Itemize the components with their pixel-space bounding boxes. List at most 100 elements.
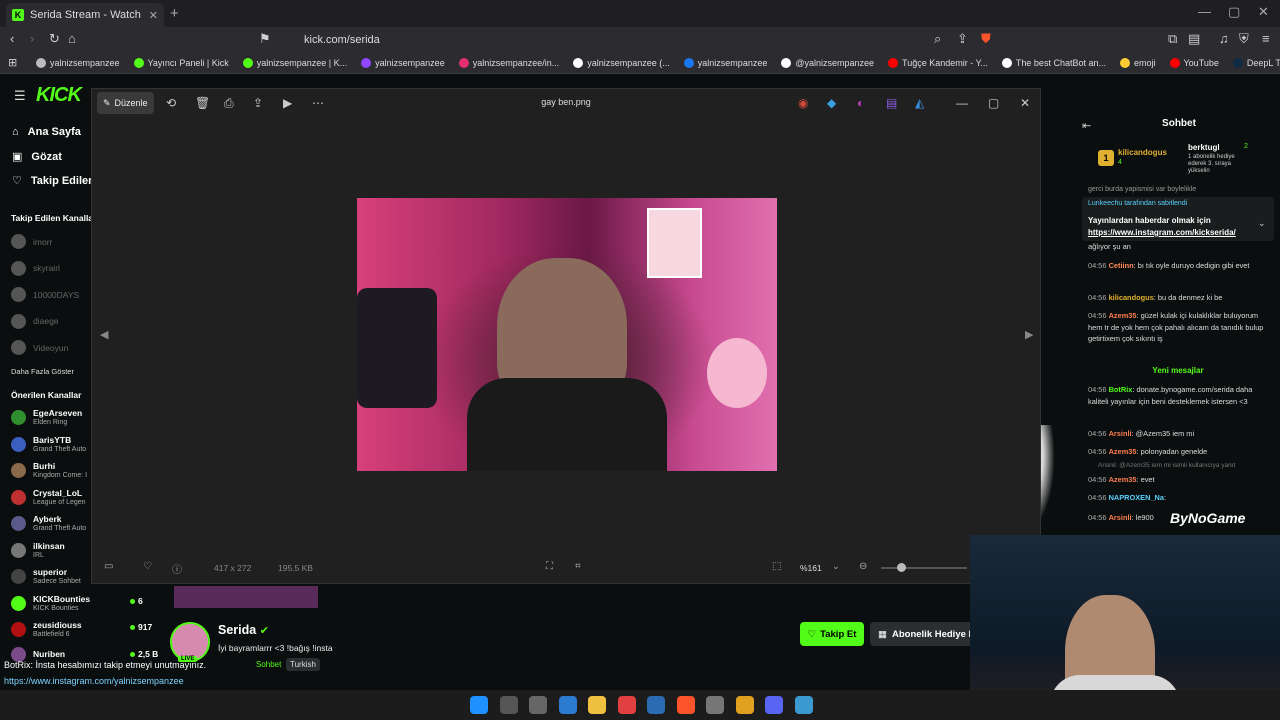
message-user[interactable]: NAPROXEN_Na <box>1109 493 1164 502</box>
nav-following[interactable]: ♡ Takip Edilen I <box>12 174 101 188</box>
bookmark-item[interactable]: yalnizsempanzee <box>36 58 120 68</box>
slideshow-icon[interactable]: ▶ <box>283 96 292 110</box>
bookmark-item[interactable]: @yalnizsempanzee <box>781 58 874 68</box>
zoom-out-icon[interactable]: ⊖ <box>859 561 867 572</box>
bookmark-icon[interactable]: ⚑ <box>259 31 271 47</box>
hamburger-menu-icon[interactable]: ☰ <box>14 88 26 104</box>
forward-icon[interactable]: › <box>30 31 34 46</box>
start-icon[interactable] <box>470 696 488 714</box>
maximize-icon[interactable]: ▢ <box>1228 4 1240 20</box>
nav-browse[interactable]: ▣ Gözat <box>12 150 62 164</box>
pinned-link[interactable]: https://www.instagram.com/kickserida/ <box>1088 228 1236 237</box>
bookmark-item[interactable]: yalnizsempanzee <box>361 58 445 68</box>
message-user[interactable]: Cetiinn <box>1109 261 1134 270</box>
sidebar-icon[interactable]: ▤ <box>1188 31 1200 47</box>
chat-message[interactable]: 04:56 Azem35: evet <box>1088 474 1268 486</box>
vpn-icon[interactable]: ⛨ <box>1239 31 1249 47</box>
brave-shield-icon[interactable]: ⛊ <box>981 31 991 47</box>
minimize-icon[interactable]: — <box>1198 4 1211 19</box>
kick-logo[interactable]: KICK <box>36 84 82 107</box>
chat-message[interactable]: 04:56 Azem35: polonyadan genelde <box>1088 446 1268 458</box>
extensions-icon[interactable]: ⧉ <box>1168 31 1177 47</box>
edit-button[interactable]: ✎ Düzenle <box>97 92 154 114</box>
recommended-channel[interactable]: EgeArseven Elden Ring <box>11 408 82 427</box>
favorite-icon[interactable]: ♡ <box>143 561 152 572</box>
chevron-down-icon[interactable]: ⌄ <box>1258 218 1266 229</box>
chrome-icon[interactable] <box>617 696 636 714</box>
bookmark-item[interactable]: YouTube <box>1169 58 1219 68</box>
message-user[interactable]: Arsinli <box>1109 429 1132 438</box>
chat-message[interactable]: 04:56 Cetiinn: bı tık oyle duruyo dedigi… <box>1088 260 1268 272</box>
share-icon[interactable]: ⇪ <box>957 31 968 47</box>
delete-icon[interactable]: 🗑 <box>195 96 210 110</box>
recommended-channel[interactable]: Ayberk Grand Theft Auto <box>11 514 86 533</box>
menu-icon[interactable]: ≡ <box>1262 31 1270 46</box>
chat-message[interactable]: 04:56 Arsinli: @Azem35 iem mi <box>1088 428 1268 440</box>
show-more-link[interactable]: Daha Fazla Göster <box>11 367 74 376</box>
search-icon[interactable]: ⌕ <box>934 31 941 47</box>
followed-channel[interactable]: skyrairl <box>11 260 60 276</box>
zoom-slider-handle[interactable] <box>897 563 906 572</box>
actual-size-icon[interactable]: ⬚ <box>772 561 781 572</box>
search-icon[interactable] <box>499 696 518 714</box>
followed-channel[interactable]: diaege <box>11 313 59 329</box>
zoom-slider-track[interactable] <box>881 567 967 569</box>
recommended-channel[interactable]: Burhi Kingdom Come: I <box>11 461 87 480</box>
viewer-maximize-icon[interactable]: ▢ <box>988 96 999 110</box>
category-tag[interactable]: Sohbet <box>256 660 281 669</box>
explorer-icon[interactable] <box>588 696 606 714</box>
fit-icon[interactable]: ⛶ <box>546 561 553 572</box>
nav-home[interactable]: ⌂ Ana Sayfa <box>12 126 81 138</box>
app-icon-5[interactable]: ◭ <box>915 96 924 110</box>
recommended-channel[interactable]: superior Sadece Sohbet <box>11 567 81 586</box>
bookmark-item[interactable]: emoji <box>1119 58 1156 68</box>
displayed-image[interactable] <box>357 198 777 471</box>
message-user[interactable]: kilicandogus <box>1109 293 1154 302</box>
photos-icon[interactable] <box>794 696 813 714</box>
bot-overlay-link[interactable]: https://www.instagram.com/yalnizsempanze… <box>4 676 184 686</box>
steam-icon[interactable] <box>647 696 665 714</box>
brave-icon[interactable] <box>676 696 695 714</box>
bookmark-item[interactable]: DeepL Translate: Dü... <box>1232 58 1280 68</box>
zoom-level[interactable]: %161 <box>800 563 822 573</box>
app-icon-2[interactable]: ◆ <box>827 96 836 110</box>
close-tab-icon[interactable]: ✕ <box>149 9 158 22</box>
recommended-channel[interactable]: KICKBounties KICK Bounties <box>11 594 90 613</box>
message-user[interactable]: Arsinli <box>1109 513 1132 522</box>
info-icon[interactable]: ⓘ <box>172 561 182 576</box>
previous-image-icon[interactable]: ◀ <box>100 328 108 341</box>
recommended-channel[interactable]: zeusidiouss Battlefield 6 <box>11 620 82 639</box>
recommended-channel[interactable]: BarisYTB Grand Theft Auto <box>11 435 86 454</box>
reload-icon[interactable]: ↻ <box>49 31 60 47</box>
message-user[interactable]: Azem35 <box>1109 475 1137 484</box>
chat-message[interactable]: 04:56 BotRix: donate.bynogame.com/serida… <box>1088 384 1268 407</box>
bookmark-item[interactable]: yalnizsempanzee (... <box>573 58 670 68</box>
followed-channel[interactable]: Videoyun <box>11 340 68 355</box>
followed-channel[interactable]: imorr <box>11 234 52 249</box>
home-icon[interactable]: ⌂ <box>68 31 76 46</box>
app-icon[interactable] <box>706 696 724 714</box>
message-user[interactable]: Azem35 <box>1109 311 1137 320</box>
apps-icon[interactable]: ⊞ <box>8 56 17 69</box>
chat-message[interactable]: 04:56 Azem35: güzel kulak içi kulaklıkla… <box>1088 310 1268 345</box>
app-icon-3[interactable]: ◐ <box>857 96 864 110</box>
address-bar[interactable]: kick.com/serida <box>280 30 1000 50</box>
task-view-icon[interactable] <box>529 696 547 714</box>
viewer-close-icon[interactable]: ✕ <box>1020 96 1030 110</box>
message-user[interactable]: Azem35 <box>1109 447 1137 456</box>
store-icon[interactable] <box>558 696 577 714</box>
streamer-name[interactable]: Serida ✔ <box>218 623 269 637</box>
gifter2-name[interactable]: berktugl <box>1188 143 1220 152</box>
back-icon[interactable]: ‹ <box>10 31 14 46</box>
bookmark-item[interactable]: yalnizsempanzee <box>683 58 767 68</box>
close-window-icon[interactable]: ✕ <box>1258 4 1269 20</box>
new-tab-button[interactable]: + <box>170 5 179 22</box>
viewer-minimize-icon[interactable]: — <box>956 96 968 110</box>
discord-icon[interactable] <box>765 696 783 714</box>
app-icon-4[interactable]: ▤ <box>886 96 897 110</box>
media-icon[interactable]: ♫ <box>1219 31 1229 46</box>
message-user[interactable]: BotRix <box>1109 385 1133 394</box>
chat-message[interactable]: 04:56 NAPROXEN_Na: <box>1088 492 1268 504</box>
browser-tab[interactable]: K Serida Stream - Watch Live o ✕ <box>6 3 164 27</box>
chat-message[interactable]: 04:56 kilicandogus: bu da denmez ki be <box>1088 292 1268 304</box>
